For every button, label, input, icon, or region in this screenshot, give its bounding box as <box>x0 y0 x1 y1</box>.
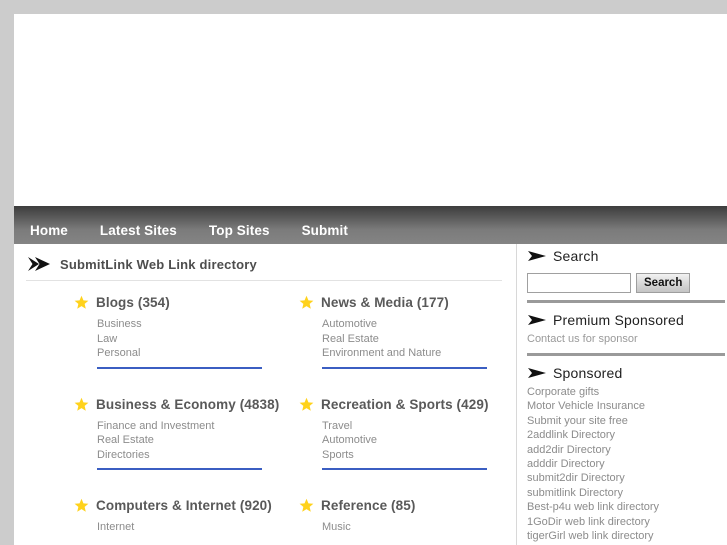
star-icon <box>299 295 314 309</box>
arrow-bullet-icon <box>528 368 546 378</box>
page-container: Home Latest Sites Top Sites Submit Submi… <box>14 14 727 545</box>
sidebar-divider <box>527 300 725 303</box>
sponsored-link[interactable]: add2dir Directory <box>527 443 721 457</box>
sublink[interactable]: Automotive <box>322 317 507 332</box>
category-header[interactable]: Recreation & Sports (429) <box>299 397 507 412</box>
category-name: Business & Economy (4838) <box>96 396 280 412</box>
sidebar: Search Search Premium Sponsored Contact … <box>516 244 727 545</box>
category-divider <box>322 366 487 369</box>
premium-sponsor-note: Contact us for sponsor <box>527 333 638 345</box>
page-title: SubmitLink Web Link directory <box>60 256 257 272</box>
category-reference: Reference (85) Music <box>299 498 507 535</box>
sidebar-section-premium: Premium Sponsored Contact us for sponsor <box>527 308 721 346</box>
header-banner <box>14 14 727 206</box>
category-header[interactable]: News & Media (177) <box>299 295 507 310</box>
sublink[interactable]: Business <box>97 317 282 332</box>
category-computers-internet: Computers & Internet (920) Internet <box>74 498 282 535</box>
category-header[interactable]: Computers & Internet (920) <box>74 498 282 513</box>
sponsored-link[interactable]: submit2dir Directory <box>527 471 721 485</box>
nav-item-submit[interactable]: Submit <box>291 223 359 238</box>
category-news-media: News & Media (177) Automotive Real Estat… <box>299 295 507 369</box>
search-input[interactable] <box>527 273 631 293</box>
sidebar-search-title: Search <box>553 248 599 264</box>
sidebar-premium-header: Premium Sponsored <box>527 312 721 328</box>
search-form: Search <box>527 273 721 293</box>
sponsored-link[interactable]: adddir Directory <box>527 457 721 471</box>
sidebar-section-sponsored: Sponsored Corporate gifts Motor Vehicle … <box>527 361 721 543</box>
main-content: SubmitLink Web Link directory Blogs (354… <box>14 244 516 545</box>
content-wrapper: SubmitLink Web Link directory Blogs (354… <box>14 244 727 545</box>
category-divider <box>322 468 487 470</box>
sublink[interactable]: Real Estate <box>322 332 507 347</box>
sponsored-link[interactable]: 2addlink Directory <box>527 428 721 442</box>
sidebar-sponsored-title: Sponsored <box>553 365 623 381</box>
nav-item-home[interactable]: Home <box>19 223 79 238</box>
search-button[interactable]: Search <box>636 273 691 293</box>
sublink[interactable]: Personal <box>97 346 282 361</box>
category-header[interactable]: Blogs (354) <box>74 295 282 310</box>
sponsored-link[interactable]: 1GoDir web link directory <box>527 515 721 529</box>
category-sublinks: Internet <box>74 520 282 535</box>
star-icon <box>299 498 314 512</box>
sublink[interactable]: Environment and Nature <box>322 346 507 361</box>
sublink[interactable]: Directories <box>97 448 282 463</box>
site-title-row: SubmitLink Web Link directory <box>14 244 516 274</box>
category-header[interactable]: Reference (85) <box>299 498 507 513</box>
sublink[interactable]: Finance and Investment <box>97 419 282 434</box>
nav-item-latest-sites[interactable]: Latest Sites <box>89 223 188 238</box>
category-sublinks: Business Law Personal <box>74 317 282 361</box>
sublink[interactable]: Internet <box>97 520 282 535</box>
category-sublinks: Finance and Investment Real Estate Direc… <box>74 419 282 463</box>
category-sublinks: Music <box>299 520 507 535</box>
category-blogs: Blogs (354) Business Law Personal <box>74 295 282 369</box>
sidebar-premium-title: Premium Sponsored <box>553 312 685 328</box>
sponsored-link[interactable]: tigerGirl web link directory <box>527 529 721 543</box>
double-chevron-arrow-icon <box>28 257 50 271</box>
category-sublinks: Travel Automotive Sports <box>299 419 507 463</box>
category-recreation-sports: Recreation & Sports (429) Travel Automot… <box>299 397 507 470</box>
star-icon <box>299 397 314 411</box>
sublink[interactable]: Sports <box>322 448 507 463</box>
sidebar-sponsored-header: Sponsored <box>527 365 721 381</box>
star-icon <box>74 397 89 411</box>
category-name: Computers & Internet (920) <box>96 498 272 513</box>
sublink[interactable]: Law <box>97 332 282 347</box>
nav-item-top-sites[interactable]: Top Sites <box>198 223 281 238</box>
sublink[interactable]: Travel <box>322 419 507 434</box>
star-icon <box>74 498 89 512</box>
sidebar-search-header: Search <box>527 248 721 264</box>
category-sublinks: Automotive Real Estate Environment and N… <box>299 317 507 361</box>
category-grid: Blogs (354) Business Law Personal News &… <box>14 281 516 545</box>
main-navigation: Home Latest Sites Top Sites Submit <box>14 206 727 244</box>
arrow-bullet-icon <box>528 251 546 261</box>
star-icon <box>74 295 89 309</box>
sponsored-link[interactable]: Submit your site free <box>527 414 721 428</box>
sponsored-links-list: Corporate gifts Motor Vehicle Insurance … <box>527 385 721 543</box>
sponsored-link[interactable]: Corporate gifts <box>527 385 721 399</box>
sponsored-link[interactable]: submitlink Directory <box>527 486 721 500</box>
category-name: Recreation & Sports (429) <box>321 396 489 412</box>
arrow-bullet-icon <box>528 315 546 325</box>
sponsored-link[interactable]: Motor Vehicle Insurance <box>527 399 721 413</box>
category-divider <box>97 468 262 470</box>
category-name: News & Media (177) <box>321 295 449 310</box>
sidebar-section-search: Search Search <box>527 244 721 293</box>
category-business-economy: Business & Economy (4838) Finance and In… <box>74 397 282 470</box>
sponsored-link[interactable]: Best-p4u web link directory <box>527 500 721 514</box>
sublink[interactable]: Automotive <box>322 433 507 448</box>
category-divider <box>97 366 262 369</box>
sublink[interactable]: Music <box>322 520 507 535</box>
sidebar-divider <box>527 353 725 356</box>
category-name: Reference (85) <box>321 498 416 513</box>
category-name: Blogs (354) <box>96 295 170 310</box>
sublink[interactable]: Real Estate <box>97 433 282 448</box>
category-header[interactable]: Business & Economy (4838) <box>74 397 282 412</box>
